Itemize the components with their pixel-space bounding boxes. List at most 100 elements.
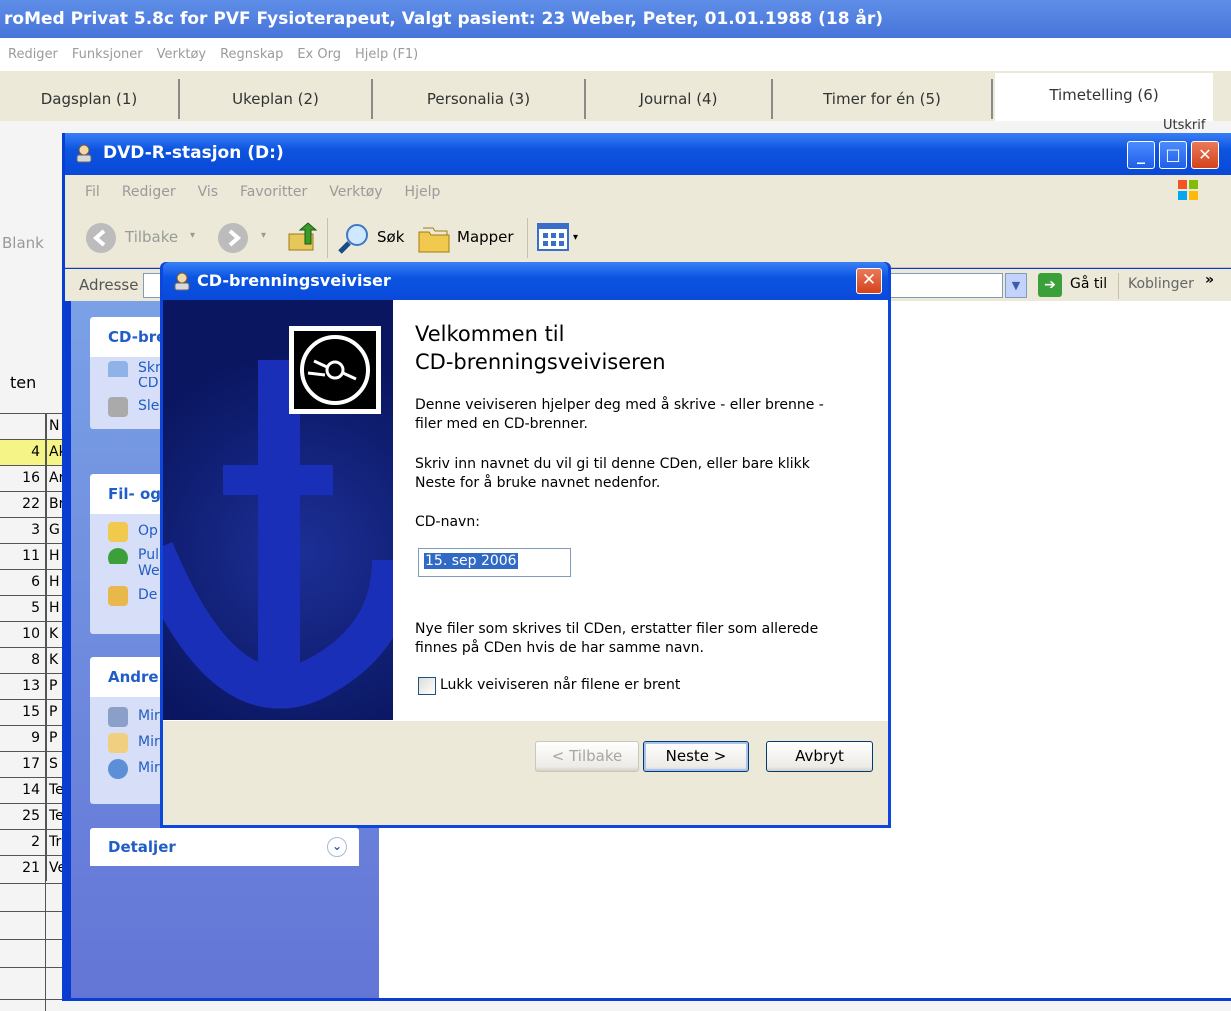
wizard-cancel-button[interactable]: Avbryt (766, 741, 873, 772)
go-button[interactable]: Gå til (1070, 276, 1107, 292)
list-item[interactable]: 3G (0, 517, 66, 543)
views-dropdown-icon[interactable]: ▾ (573, 232, 578, 243)
wizard-title: CD-brenningsveiviser (197, 271, 391, 290)
section-label: ten (10, 373, 37, 392)
list-item-number: 10 (22, 626, 40, 642)
list-header: N (0, 413, 66, 439)
folders-icon[interactable] (417, 222, 451, 254)
list-item-number: 15 (22, 704, 40, 720)
wizard-intro-text: Denne veiviseren hjelper deg med å skriv… (415, 397, 824, 432)
minimize-button[interactable]: _ (1127, 141, 1155, 169)
my-computer-icon (108, 707, 128, 727)
menu-verktoy[interactable]: Verktøy (329, 184, 382, 200)
tab-timetelling[interactable]: Timetelling (6) (995, 73, 1213, 121)
new-folder-icon (108, 522, 128, 542)
list-item[interactable]: 8K (0, 647, 66, 673)
wizard-heading: Velkommen til CD-brenningsveiviseren (415, 322, 666, 374)
list-item-number: 9 (31, 730, 40, 746)
list-item[interactable]: 2 Tr (0, 829, 66, 855)
folders-button[interactable]: Mapper (457, 228, 514, 246)
search-icon[interactable] (337, 222, 371, 256)
go-arrow-icon[interactable]: ➔ (1038, 273, 1062, 297)
list-item[interactable]: 16 Ar (0, 465, 66, 491)
wizard-close-button[interactable]: ✕ (856, 268, 882, 294)
menu-favoritter[interactable]: Favoritter (240, 184, 307, 200)
back-arrow-icon[interactable] (85, 222, 117, 254)
expand-chevron-icon[interactable]: ⌄ (327, 837, 347, 857)
wizard-instruction-text: Skriv inn navnet du vil gi til denne CDe… (415, 456, 810, 491)
list-item-number: 8 (31, 652, 40, 668)
cd-name-input[interactable]: 15. sep 2006 (418, 548, 571, 577)
menu-hjelp[interactable]: Hjelp (405, 184, 441, 200)
wizard-button-bar: < Tilbake Neste > Avbryt (163, 720, 888, 825)
blank-label[interactable]: Blank (2, 234, 44, 252)
cd-disc-icon (294, 331, 376, 409)
search-button[interactable]: Søk (377, 228, 404, 246)
list-item-number: 6 (31, 574, 40, 590)
menu-fil[interactable]: Fil (85, 184, 100, 200)
list-item[interactable]: 17 S (0, 751, 66, 777)
overwrite-note-text: Nye filer som skrives til CDen, erstatte… (415, 621, 819, 656)
list-item[interactable]: 25 Te (0, 803, 66, 829)
menu-hjelp[interactable]: Hjelp (F1) (355, 47, 418, 62)
menu-funksjoner[interactable]: Funksjoner (72, 47, 143, 62)
list-item[interactable]: 15 P (0, 699, 66, 725)
details-panel: Detaljer ⌄ (90, 828, 359, 866)
tab-personalia[interactable]: Personalia (3) (373, 79, 586, 119)
address-dropdown-icon[interactable]: ▼ (1005, 273, 1027, 298)
forward-dropdown-icon[interactable]: ▾ (261, 230, 266, 241)
maximize-button[interactable]: □ (1159, 141, 1187, 169)
utskrift-label[interactable]: Utskrif (1163, 118, 1205, 133)
explorer-menu-bar: Fil Rediger Vis Favoritter Verktøy Hjelp (65, 175, 1231, 208)
list-item[interactable]: 21 Ve (0, 855, 66, 881)
list-item-number: 5 (31, 600, 40, 616)
list-item-number: 11 (22, 548, 40, 564)
wizard-title-bar[interactable]: CD-brenningsveiviser ✕ (163, 262, 888, 300)
menu-ex-org[interactable]: Ex Org (297, 47, 341, 62)
list-item[interactable]: 5H (0, 595, 66, 621)
list-item[interactable]: 11 H (0, 543, 66, 569)
close-wizard-checkbox-label[interactable]: Lukk veiviseren når filene er brent (440, 676, 680, 695)
list-item[interactable]: 22 Br (0, 491, 66, 517)
list-item[interactable]: 6H (0, 569, 66, 595)
close-wizard-checkbox[interactable] (418, 677, 436, 695)
list-item-number: 13 (22, 678, 40, 694)
app-title-bar: roMed Privat 5.8c for PVF Fysioterapeut,… (0, 0, 1231, 38)
wizard-content: Velkommen til CD-brenningsveiviseren Den… (393, 300, 888, 720)
list-item-number: 3 (31, 522, 40, 538)
list-item[interactable]: 14 Te (0, 777, 66, 803)
details-header[interactable]: Detaljer ⌄ (90, 828, 359, 866)
back-button[interactable]: Tilbake (125, 228, 178, 246)
list-item-number: 16 (22, 470, 40, 486)
explorer-title: DVD-R-stasjon (D:) (103, 143, 284, 163)
list-item-number: 14 (22, 782, 40, 798)
tab-dagsplan[interactable]: Dagsplan (1) (0, 79, 180, 119)
menu-rediger[interactable]: Rediger (122, 184, 176, 200)
back-dropdown-icon[interactable]: ▾ (190, 230, 195, 241)
up-folder-icon[interactable] (287, 222, 319, 254)
links-chevron-icon[interactable]: » (1205, 272, 1214, 288)
list-item-number: 2 (31, 834, 40, 850)
menu-vis[interactable]: Vis (198, 184, 218, 200)
tab-journal[interactable]: Journal (4) (586, 79, 773, 119)
menu-verktoy[interactable]: Verktøy (157, 47, 207, 62)
list-item[interactable]: 4 Ak (0, 439, 66, 465)
tab-timer-for-en[interactable]: Timer for én (5) (773, 79, 993, 119)
explorer-close-button[interactable]: ✕ (1191, 141, 1219, 169)
wizard-back-button[interactable]: < Tilbake (535, 741, 639, 772)
cd-name-label: CD-navn: (415, 514, 480, 530)
list-item-number: 4 (31, 444, 40, 460)
wizard-next-button[interactable]: Neste > (643, 741, 749, 772)
menu-rediger[interactable]: Rediger (8, 47, 58, 62)
explorer-title-bar[interactable]: DVD-R-stasjon (D:) _ □ ✕ (65, 133, 1231, 175)
links-label[interactable]: Koblinger (1128, 276, 1194, 292)
list-item[interactable]: 9P (0, 725, 66, 751)
list-item[interactable]: 13 P (0, 673, 66, 699)
views-icon[interactable] (537, 223, 571, 253)
tab-ukeplan[interactable]: Ukeplan (2) (180, 79, 373, 119)
list-item-number: 17 (22, 756, 40, 772)
menu-regnskap[interactable]: Regnskap (220, 47, 283, 62)
list-item[interactable]: 10 K (0, 621, 66, 647)
address-label: Adresse (79, 276, 139, 294)
forward-arrow-icon[interactable] (217, 222, 249, 254)
